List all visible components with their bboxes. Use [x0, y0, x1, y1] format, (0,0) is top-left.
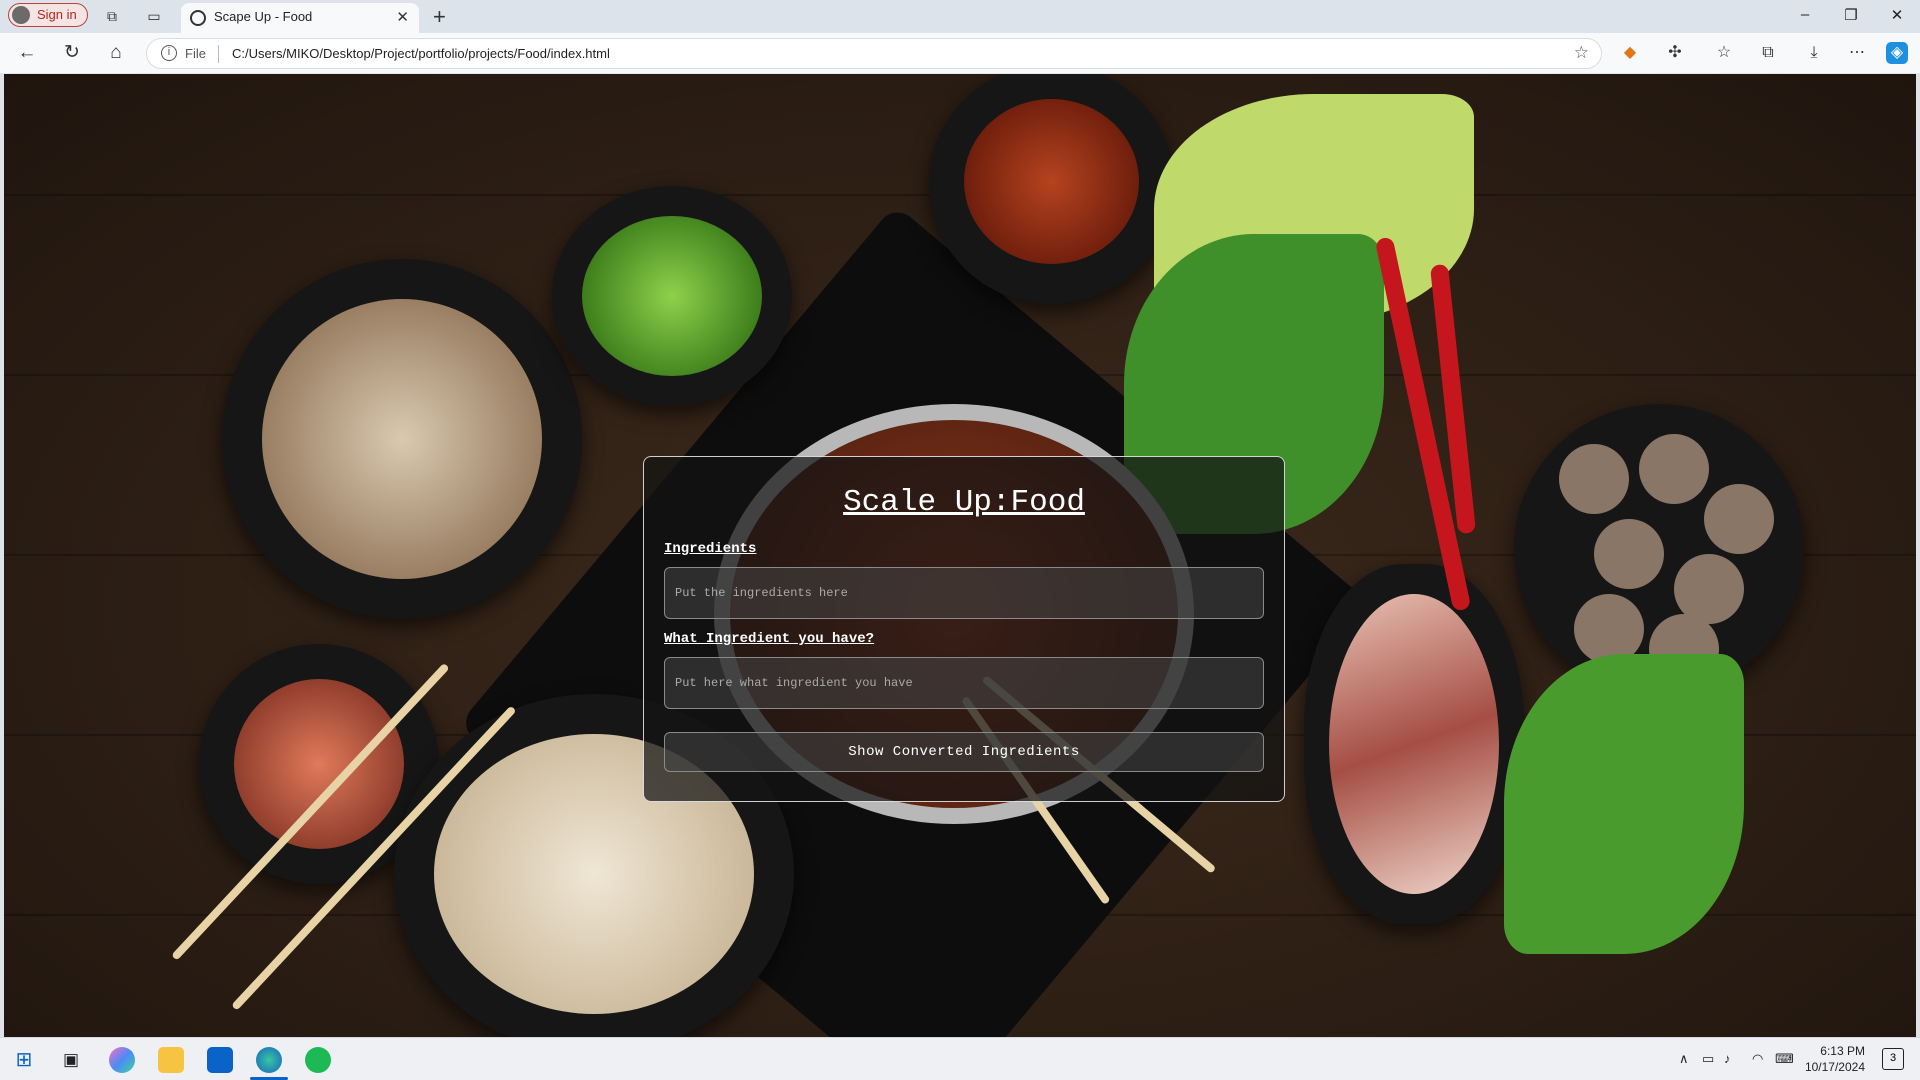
notification-count: 3 [1889, 1052, 1897, 1064]
ingredients-input[interactable] [664, 567, 1264, 619]
tab-close-icon[interactable]: ✕ [396, 8, 409, 26]
have-ingredient-input[interactable] [664, 657, 1264, 709]
favorite-star-icon[interactable]: ☆ [1574, 43, 1589, 63]
clock-time: 6:13 PM [1820, 1044, 1865, 1058]
back-icon[interactable]: ← [15, 41, 39, 65]
restore-icon[interactable]: ❐ [1841, 6, 1861, 24]
favorites-icon[interactable]: ☆ [1713, 42, 1735, 64]
spotify-icon[interactable] [305, 1047, 331, 1073]
converter-card: Scale Up:Food Ingredients What Ingredien… [643, 456, 1285, 802]
collections-icon[interactable]: ⧉ [1757, 42, 1779, 64]
start-menu-icon[interactable]: ⊞ [11, 1047, 37, 1073]
taskbar-clock[interactable]: 6:13 PM 10/17/2024 [1805, 1043, 1865, 1075]
windows-taskbar: ⊞ ▣ ∧ ▭ ♪ ◠ ⌨ 6:13 PM 10/17/2024 3 [0, 1037, 1920, 1080]
lettuce-right-image [1504, 654, 1744, 954]
ingredients-label: Ingredients [664, 541, 757, 557]
tab-active[interactable]: Scape Up - Food ✕ [181, 3, 419, 33]
address-url[interactable]: C:/Users/MIKO/Desktop/Project/portfolio/… [232, 46, 610, 61]
file-explorer-icon[interactable] [158, 1047, 184, 1073]
clock-date: 10/17/2024 [1804, 1060, 1865, 1074]
refresh-icon[interactable]: ↻ [60, 41, 84, 65]
site-info-icon[interactable]: i [161, 45, 177, 61]
page-viewport: Scale Up:Food Ingredients What Ingredien… [4, 74, 1916, 1037]
new-tab-button[interactable]: + [433, 4, 446, 30]
wifi-icon[interactable]: ◠ [1752, 1051, 1763, 1067]
downloads-icon[interactable]: ⤓ [1803, 42, 1825, 64]
task-view-icon[interactable]: ▣ [58, 1047, 84, 1073]
address-divider [218, 45, 219, 63]
vertical-tabs-icon[interactable]: ▭ [145, 7, 163, 25]
mushroom-plate-image [222, 259, 582, 619]
profile-signin-button[interactable]: Sign in [8, 3, 88, 27]
copilot-taskbar-icon[interactable] [109, 1047, 135, 1073]
chili-sauce-bowl-image [929, 74, 1174, 304]
address-protocol: File [185, 46, 206, 61]
notification-center-icon[interactable]: 3 [1882, 1048, 1904, 1070]
workspaces-icon[interactable]: ⧉ [103, 7, 121, 25]
battery-icon[interactable]: ▭ [1702, 1051, 1714, 1067]
close-window-icon[interactable]: ✕ [1887, 6, 1907, 24]
pork-belly-plate-image [1304, 564, 1524, 924]
metamask-extension-icon[interactable]: ◆ [1619, 42, 1641, 64]
home-icon[interactable]: ⌂ [104, 41, 128, 65]
copilot-icon[interactable]: ◈ [1886, 42, 1908, 64]
extensions-icon[interactable]: ✣ [1664, 42, 1686, 64]
tray-chevron-icon[interactable]: ∧ [1679, 1051, 1689, 1067]
signin-label: Sign in [37, 7, 77, 22]
tab-bar: Sign in ⧉ ▭ Scape Up - Food ✕ + – ❐ ✕ [0, 0, 1920, 33]
minimize-icon[interactable]: – [1795, 6, 1815, 23]
address-bar[interactable]: i File C:/Users/MIKO/Desktop/Project/por… [146, 38, 1602, 69]
browser-toolbar: ← ↻ ⌂ i File C:/Users/MIKO/Desktop/Proje… [0, 33, 1920, 74]
outlook-icon[interactable] [207, 1047, 233, 1073]
edge-taskbar-icon[interactable] [256, 1047, 282, 1073]
green-onion-bowl-image [552, 186, 792, 406]
keyboard-icon[interactable]: ⌨ [1775, 1051, 1794, 1067]
tab-title: Scape Up - Food [214, 9, 313, 24]
more-menu-icon[interactable]: ⋯ [1846, 42, 1868, 64]
page-title: Scale Up:Food [843, 485, 1085, 520]
page-favicon-icon [190, 10, 206, 26]
meatball-bowl-image [1514, 404, 1804, 694]
have-ingredient-label: What Ingredient you have? [664, 631, 875, 647]
volume-icon[interactable]: ♪ [1724, 1051, 1731, 1066]
profile-avatar-icon [12, 6, 30, 24]
show-converted-button[interactable]: Show Converted Ingredients [664, 732, 1264, 772]
